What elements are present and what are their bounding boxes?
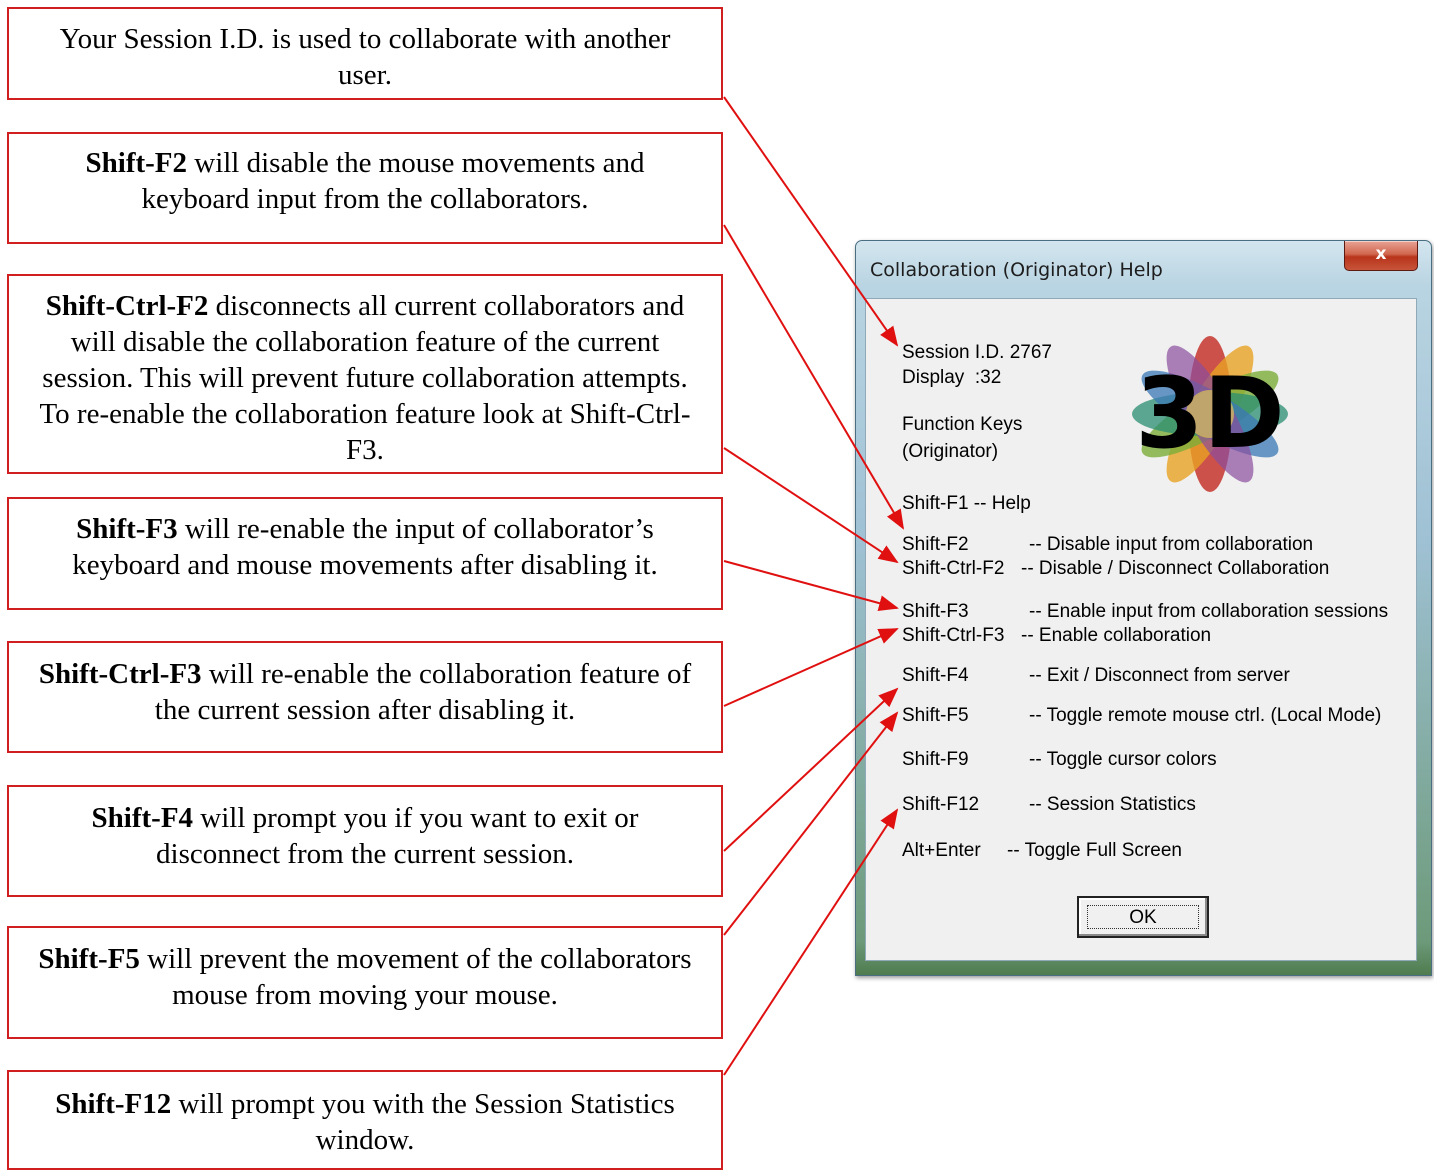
originator-label: (Originator) [902,441,999,462]
shortcut-key: Shift-Ctrl-F3 [902,625,1005,646]
ok-button-label: OK [1087,905,1199,929]
dialog-title: Collaboration (Originator) Help [870,259,1163,281]
shortcut-description: -- Toggle Full Screen [1007,840,1182,861]
callout-text: Your Session I.D. is used to collaborate… [59,23,671,91]
ok-button[interactable]: OK [1077,896,1209,938]
callout-text: will disable the mouse movements and key… [141,147,645,215]
close-icon: x [1375,244,1387,264]
callout-key: Shift-F2 [85,147,188,179]
callout-key: Shift-Ctrl-F3 [38,658,202,690]
shortcut-description: -- Session Statistics [1029,794,1196,815]
close-button[interactable]: x [1344,241,1418,271]
shortcut-key: Shift-F4 [902,665,969,686]
callout-key: Shift-Ctrl-F2 [45,290,209,322]
shortcut-key: Shift-F3 [902,601,969,622]
callout-text: will prevent the movement of the collabo… [139,943,692,1011]
callout-text: will re-enable the collaboration feature… [154,658,692,726]
callout-key: Shift-F3 [76,513,178,545]
help-shortcut: Shift-F1 -- Help [902,493,1031,514]
function-keys-label: Function Keys [902,414,1023,435]
shortcut-key: Alt+Enter [902,840,981,861]
callout-shift-f2: Shift-F2 will disable the mouse movement… [7,132,723,244]
title-bar[interactable]: Collaboration (Originator) Help x [856,241,1431,297]
shortcut-key: Shift-Ctrl-F2 [902,558,1005,579]
callout-key: Shift-F5 [38,943,140,975]
dialog-content: Session I.D. 2767 Display :32 Function K… [865,298,1417,961]
callout-shift-f4: Shift-F4 will prompt you if you want to … [7,785,723,897]
shortcut-description: -- Enable collaboration [1021,625,1212,646]
shortcut-key: Shift-F2 [902,534,969,555]
callout-shift-ctrl-f3: Shift-Ctrl-F3 will re-enable the collabo… [7,641,723,753]
shortcut-key: Shift-F9 [902,749,969,770]
callout-session-id: Your Session I.D. is used to collaborate… [7,7,723,100]
session-id-label: Session I.D. 2767 [902,342,1052,363]
shortcut-description: -- Toggle cursor colors [1029,749,1217,770]
callout-key: Shift-F4 [91,802,194,834]
shortcut-description: -- Toggle remote mouse ctrl. (Local Mode… [1029,705,1382,726]
shortcut-description: -- Disable / Disconnect Collaboration [1021,558,1330,579]
logo-text: 3D [1135,357,1285,471]
3d-logo: 3D [1132,336,1288,492]
shortcut-key: Shift-F12 [902,794,980,815]
callout-shift-ctrl-f2: Shift-Ctrl-F2 disconnects all current co… [7,274,723,474]
help-dialog: Collaboration (Originator) Help x Sessio… [855,240,1432,976]
shortcut-key: Shift-F5 [902,705,969,726]
callout-key: Shift-F12 [55,1088,172,1120]
callout-shift-f12: Shift-F12 will prompt you with the Sessi… [7,1070,723,1170]
callout-text: will prompt you with the Session Statist… [171,1088,675,1156]
shortcut-description: -- Enable input from collaboration sessi… [1029,601,1389,622]
display-label: Display :32 [902,367,1002,388]
shortcut-description: -- Exit / Disconnect from server [1029,665,1290,686]
callout-shift-f3: Shift-F3 will re-enable the input of col… [7,497,723,610]
callout-shift-f5: Shift-F5 will prevent the movement of th… [7,926,723,1039]
shortcut-description: -- Disable input from collaboration [1029,534,1314,555]
callout-text: will prompt you if you want to exit or d… [156,802,639,870]
